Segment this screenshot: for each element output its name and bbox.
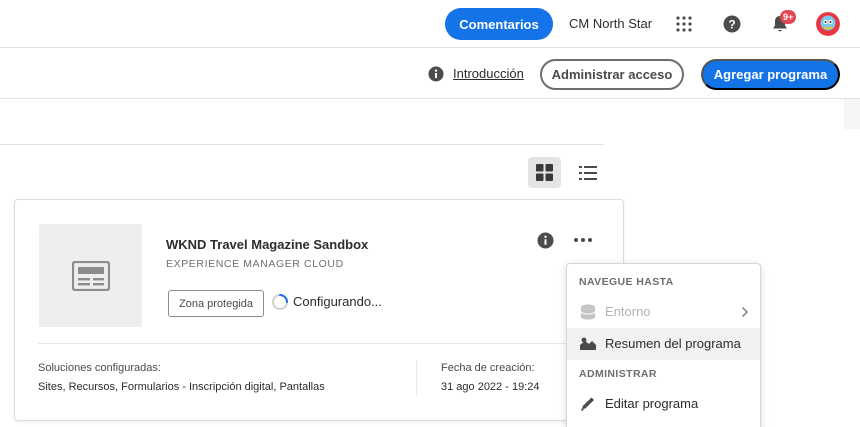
card-divider — [38, 343, 602, 344]
info-icon[interactable] — [537, 232, 554, 249]
database-icon — [580, 304, 596, 320]
page-toolbar: Introducción Administrar acceso Agregar … — [0, 49, 860, 99]
card-vertical-divider — [416, 360, 417, 396]
more-options-icon[interactable] — [573, 233, 593, 247]
top-header: Comentarios CM North Star ? 9+ — [0, 0, 860, 48]
content-divider — [0, 144, 604, 145]
notification-badge: 9+ — [780, 10, 797, 24]
web-page-icon — [71, 260, 110, 291]
created-date-label: Fecha de creación: — [441, 362, 535, 374]
feedback-button[interactable]: Comentarios — [445, 8, 553, 40]
apps-grid-icon[interactable] — [676, 16, 692, 32]
program-subtitle: EXPERIENCE MANAGER CLOUD — [166, 258, 344, 270]
solutions-label: Soluciones configuradas: — [38, 362, 161, 374]
sandbox-tag: Zona protegida — [168, 290, 264, 317]
program-thumbnail — [39, 224, 142, 327]
program-status: Configurando... — [293, 294, 382, 309]
help-icon[interactable]: ? — [723, 15, 741, 33]
menu-item-label: Editar programa — [605, 396, 699, 411]
program-card[interactable]: WKND Travel Magazine Sandbox EXPERIENCE … — [14, 199, 624, 421]
org-switcher[interactable]: CM North Star — [569, 16, 652, 31]
menu-item-edit-program[interactable]: Editar programa — [567, 388, 760, 420]
created-date-value: 31 ago 2022 - 19:24 — [441, 381, 540, 393]
add-program-button[interactable]: Agregar programa — [701, 59, 840, 90]
menu-item-label: Entorno — [605, 304, 651, 319]
menu-item-label: Resumen del programa — [605, 336, 741, 351]
program-actions-menu: NAVEGUE HASTA Entorno Resumen del progra… — [566, 263, 761, 427]
loading-spinner-icon — [272, 294, 288, 310]
scroll-strip — [844, 99, 860, 129]
info-icon — [428, 66, 444, 82]
pencil-icon — [581, 397, 594, 411]
manage-access-button[interactable]: Administrar acceso — [540, 59, 684, 90]
menu-section-navigate: NAVEGUE HASTA — [579, 276, 674, 288]
avatar[interactable] — [816, 12, 840, 36]
menu-item-program-summary[interactable]: Resumen del programa — [567, 328, 760, 360]
grid-view-button[interactable] — [528, 157, 561, 188]
solutions-value: Sites, Recursos, Formularios - Inscripci… — [38, 381, 325, 393]
menu-section-manage: ADMINISTRAR — [579, 368, 657, 380]
list-view-icon — [578, 165, 597, 180]
program-summary-icon — [580, 337, 596, 350]
menu-item-environment[interactable]: Entorno — [567, 296, 760, 328]
introduction-link[interactable]: Introducción — [453, 66, 524, 81]
list-view-button[interactable] — [571, 157, 604, 188]
chevron-right-icon — [741, 306, 749, 318]
program-title: WKND Travel Magazine Sandbox — [166, 237, 369, 252]
svg-text:?: ? — [728, 18, 735, 32]
grid-view-icon — [536, 164, 553, 181]
